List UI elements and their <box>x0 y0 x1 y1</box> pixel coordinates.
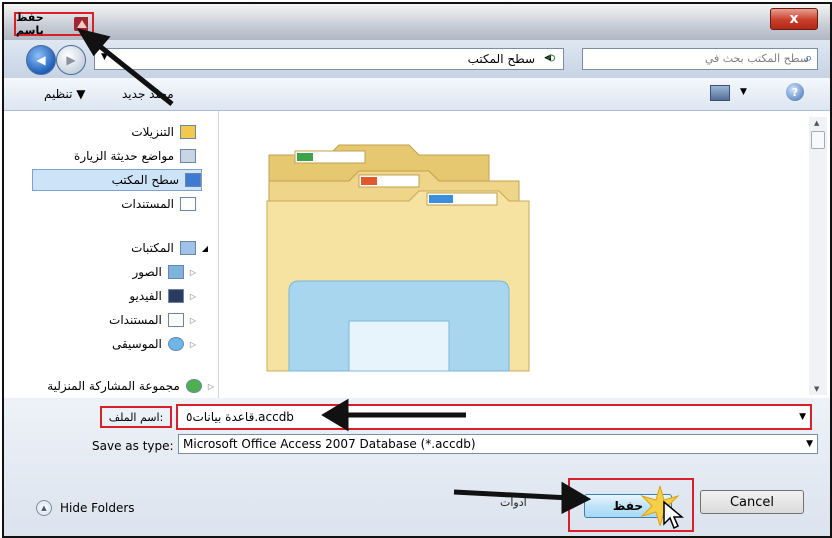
expand-arrow-icon[interactable]: ▷ <box>208 382 214 391</box>
nav-item-label: التنزيلات <box>131 125 174 139</box>
title-highlight: حفظ باسم <box>14 11 94 37</box>
hide-folders-label: Hide Folders <box>60 501 135 515</box>
pictures-icon <box>167 265 184 279</box>
nav-item-desktop[interactable]: سطح المكتب <box>32 169 202 191</box>
filename-input[interactable]: قاعدة بيانات٥.accdb ▼ <box>176 404 812 430</box>
savetype-select[interactable]: Microsoft Office Access 2007 Database (*… <box>178 434 818 454</box>
expand-arrow-icon[interactable]: ▷ <box>190 340 196 349</box>
file-list-scroll-thumb[interactable] <box>811 131 825 149</box>
videos-icon <box>167 289 184 303</box>
filename-label-highlight: اسم الملف: <box>100 406 172 428</box>
refresh-icon[interactable]: ⟲ <box>546 52 555 65</box>
navigation-pane[interactable]: التنزيلات مواضع حديثة الزيارة سطح المكتب… <box>26 119 237 404</box>
nav-item-documents[interactable]: المستندات <box>46 193 196 215</box>
savetype-dropdown-icon[interactable]: ▼ <box>806 439 813 449</box>
dialog-title: حفظ باسم <box>16 11 44 37</box>
scroll-up-icon[interactable]: ▲ <box>814 119 819 127</box>
organize-button[interactable]: تنظيم ▼ <box>44 87 85 101</box>
address-dropdown-icon[interactable]: ▼ <box>101 52 108 62</box>
documents-icon <box>167 313 184 327</box>
close-button[interactable]: x <box>770 8 818 30</box>
address-path: سطح المكتب <box>467 52 535 66</box>
libraries-icon <box>179 241 196 255</box>
search-placeholder: سطح المكتب بحث في <box>704 52 809 65</box>
search-input[interactable]: سطح المكتب بحث في ⌕ <box>582 48 818 70</box>
downloads-icon <box>180 125 196 139</box>
new-folder-button[interactable]: مجلد جديد <box>122 87 174 101</box>
savetype-value: Microsoft Office Access 2007 Database (*… <box>183 437 476 451</box>
nav-item-library-documents[interactable]: المستندات ▷ <box>36 309 196 331</box>
back-arrow-icon: ◀ <box>36 53 46 67</box>
recent-places-icon <box>180 149 196 163</box>
nav-item-label: المستندات <box>109 313 162 327</box>
hide-folders-button[interactable]: ▲ Hide Folders <box>36 500 135 516</box>
command-toolbar: تنظيم ▼ مجلد جديد ▼ ? <box>4 78 830 111</box>
title-bar[interactable]: حفظ باسم x <box>4 4 830 40</box>
homegroup-icon <box>185 379 202 393</box>
help-icon[interactable]: ? <box>786 83 804 101</box>
expand-arrow-icon[interactable]: ◢ <box>202 244 208 253</box>
file-list-pane[interactable]: ▲ ▼ <box>218 111 827 398</box>
expand-arrow-icon[interactable]: ▷ <box>190 292 196 301</box>
nav-item-homegroup[interactable]: مجموعة المشاركة المنزلية ▷ <box>26 375 214 397</box>
nav-item-label: مواضع حديثة الزيارة <box>74 149 174 163</box>
filename-dropdown-icon[interactable]: ▼ <box>799 412 806 422</box>
nav-item-recent-places[interactable]: مواضع حديثة الزيارة <box>46 145 196 167</box>
address-row: ◀ ▶ ▼ سطح المكتب ◀ ⟲ سطح المكتب بحث في ⌕ <box>4 40 830 78</box>
forward-arrow-icon: ▶ <box>66 53 76 67</box>
nav-item-pictures[interactable]: الصور ▷ <box>36 261 196 283</box>
filename-value: قاعدة بيانات٥.accdb <box>186 410 294 424</box>
desktop-icon <box>185 173 201 187</box>
save-button-highlight: حفظ <box>568 478 694 532</box>
search-icon[interactable]: ⌕ <box>805 51 812 66</box>
savetype-label: Save as type: <box>92 439 174 453</box>
music-icon <box>167 337 184 351</box>
cancel-button[interactable]: Cancel <box>700 490 804 514</box>
nav-item-label: مجموعة المشاركة المنزلية <box>47 379 180 393</box>
nav-item-label: الموسيقى <box>111 337 162 351</box>
browser-body: التنزيلات مواضع حديثة الزيارة سطح المكتب… <box>4 111 830 404</box>
filename-label: اسم الملف: <box>108 410 164 424</box>
tools-button[interactable]: أدوات <box>500 496 527 509</box>
nav-item-label: المستندات <box>121 197 174 211</box>
scroll-down-icon[interactable]: ▼ <box>814 385 819 393</box>
file-list-scrollbar[interactable]: ▲ ▼ <box>809 117 827 395</box>
nav-item-label: المكتبات <box>131 241 174 255</box>
address-bar[interactable]: ▼ سطح المكتب ◀ <box>94 48 564 70</box>
nav-item-libraries[interactable]: المكتبات ◢ <box>36 237 208 259</box>
expand-arrow-icon[interactable]: ▷ <box>190 268 196 277</box>
nav-item-label: الفيديو <box>129 289 162 303</box>
view-icon[interactable] <box>710 85 730 101</box>
nav-item-label: الصور <box>132 265 162 279</box>
mouse-cursor-icon <box>663 500 684 530</box>
save-form: اسم الملف: قاعدة بيانات٥.accdb ▼ Save as… <box>4 398 830 536</box>
nav-item-videos[interactable]: الفيديو ▷ <box>36 285 196 307</box>
nav-item-downloads[interactable]: التنزيلات <box>46 121 196 143</box>
view-dropdown-icon[interactable]: ▼ <box>740 87 747 97</box>
collapse-icon: ▲ <box>36 500 52 516</box>
nav-item-label: سطح المكتب <box>111 173 179 187</box>
folder-icon <box>266 144 530 372</box>
save-as-dialog: حفظ باسم x ◀ ▶ ▼ سطح المكتب ◀ ⟲ سطح المك… <box>2 2 832 538</box>
expand-arrow-icon[interactable]: ▷ <box>190 316 196 325</box>
nav-item-music[interactable]: الموسيقى ▷ <box>36 333 196 355</box>
back-button[interactable]: ◀ <box>26 45 56 75</box>
access-app-icon <box>73 17 88 31</box>
documents-icon <box>180 197 196 211</box>
forward-button[interactable]: ▶ <box>56 45 86 75</box>
